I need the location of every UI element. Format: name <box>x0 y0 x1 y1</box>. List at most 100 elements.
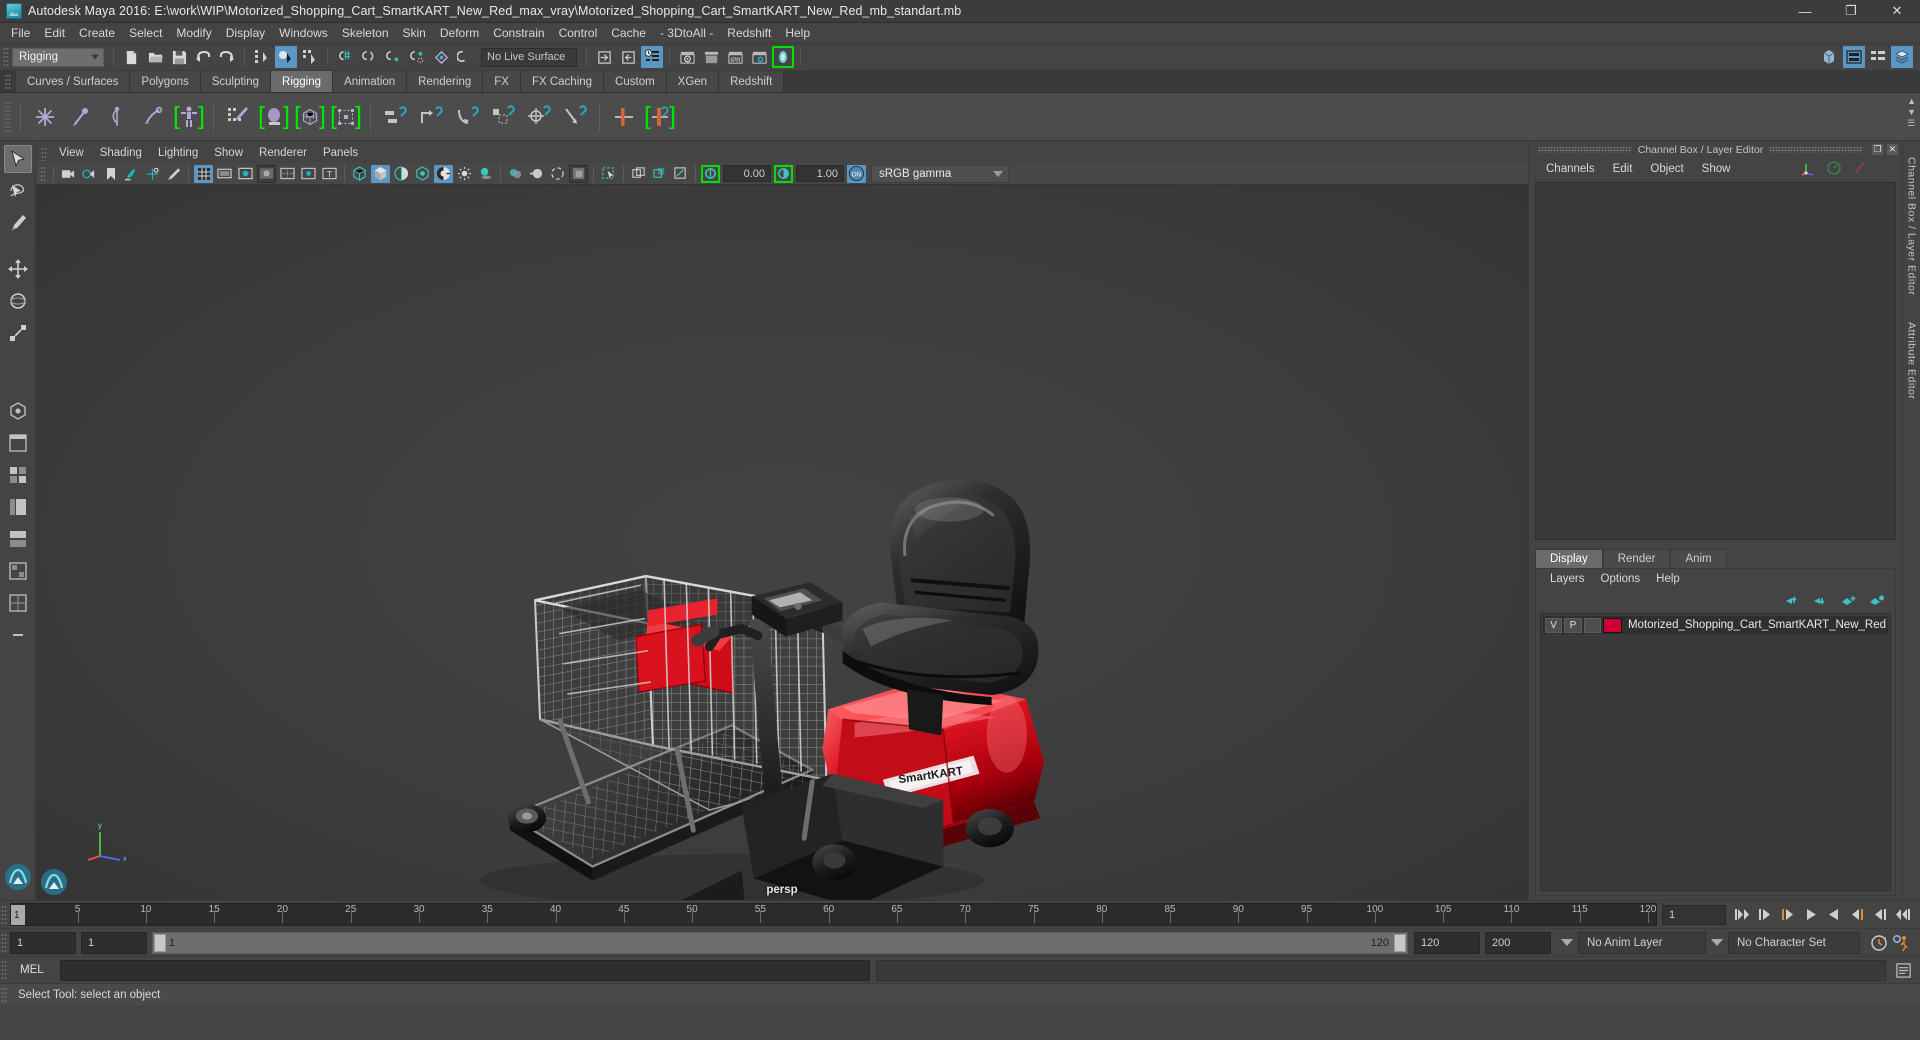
channel-box-menu-object[interactable]: Object <box>1641 162 1692 176</box>
status-bar-gripper[interactable] <box>0 985 7 1004</box>
shelf-scroll-arrows[interactable]: ▲ ▼ ☰ <box>1907 97 1916 128</box>
tab-display[interactable]: Display <box>1535 549 1603 568</box>
xray-joints-icon[interactable] <box>650 165 669 183</box>
sidetab-attribute-editor[interactable]: Attribute Editor <box>1904 314 1920 407</box>
paint-skin-weights-icon[interactable] <box>222 100 254 134</box>
layer-list[interactable]: V P Motorized_Shopping_Cart_SmartKART_Ne… <box>1540 613 1891 891</box>
layer-menu-options[interactable]: Options <box>1593 572 1649 586</box>
scale-tool[interactable] <box>4 319 32 347</box>
layer-playback-toggle[interactable]: P <box>1564 617 1582 633</box>
viewport-menubar-gripper[interactable] <box>40 145 47 161</box>
single-perspective-layout[interactable] <box>4 429 32 457</box>
snap-to-view-plane-icon[interactable] <box>430 46 452 68</box>
show-manipulator-tool[interactable] <box>4 397 32 425</box>
panel-close-button[interactable]: ✕ <box>1886 143 1899 156</box>
time-slider[interactable]: 1 5 10 15 20 25 30 35 40 45 50 55 60 65 70 75 80 85 90 95 1… <box>10 903 1657 926</box>
go-to-start-icon[interactable] <box>1731 904 1753 926</box>
menu-deform[interactable]: Deform <box>433 24 486 42</box>
flat-shade-icon[interactable] <box>413 165 432 183</box>
wireframe-shading-icon[interactable] <box>350 165 369 183</box>
shelf-tab-sculpting[interactable]: Sculpting <box>200 71 272 92</box>
select-camera-icon[interactable] <box>59 165 78 183</box>
orient-constraint-icon[interactable] <box>451 100 483 134</box>
interactive-bind-icon[interactable]: [ ] <box>330 100 362 134</box>
point-constraint-icon[interactable] <box>415 100 447 134</box>
shadows-icon[interactable] <box>476 165 495 183</box>
make-live-icon[interactable] <box>454 46 476 68</box>
shelf-tab-animation[interactable]: Animation <box>333 71 408 92</box>
create-joint-icon[interactable] <box>29 100 61 134</box>
maximize-button[interactable]: ❐ <box>1828 0 1874 23</box>
cluster-deformer-icon[interactable]: [ ] <box>644 100 676 134</box>
viewport-menu-show[interactable]: Show <box>206 146 251 160</box>
character-set-selector[interactable]: No Character Set <box>1728 931 1860 954</box>
select-by-component-icon[interactable] <box>299 46 321 68</box>
command-input-field[interactable] <box>60 959 870 981</box>
range-start-time-field[interactable]: 1 <box>81 931 147 954</box>
shelf-tab-fx-caching[interactable]: FX Caching <box>520 71 605 92</box>
redo-icon[interactable] <box>216 46 238 68</box>
menu-skeleton[interactable]: Skeleton <box>335 24 396 42</box>
motion-blur-icon[interactable] <box>527 165 546 183</box>
menu-help[interactable]: Help <box>778 24 817 42</box>
redo-render-icon[interactable] <box>700 46 722 68</box>
menu-create[interactable]: Create <box>72 24 122 42</box>
step-forward-frame-icon[interactable] <box>1869 904 1891 926</box>
quick-rig-icon[interactable]: [ ] <box>173 100 205 134</box>
gamma-icon[interactable] <box>774 165 793 183</box>
anim-layer-dropdown-arrow[interactable] <box>1561 939 1573 946</box>
persp-outliner-layout[interactable] <box>4 493 32 521</box>
step-forward-key-icon[interactable] <box>1846 904 1868 926</box>
viewport-menu-panels[interactable]: Panels <box>315 146 366 160</box>
film-gate-icon[interactable] <box>215 165 234 183</box>
time-slider-gripper[interactable] <box>0 903 7 926</box>
grid-toggle-icon[interactable] <box>194 164 213 183</box>
channel-box-menu-channels[interactable]: Channels <box>1537 162 1604 176</box>
two-d-pan-zoom-icon[interactable] <box>143 165 162 183</box>
range-end-time-field[interactable]: 120 <box>1414 931 1480 954</box>
tab-anim[interactable]: Anim <box>1670 549 1727 568</box>
menu-constrain[interactable]: Constrain <box>486 24 551 42</box>
play-forwards-icon[interactable] <box>1823 904 1845 926</box>
ik-spline-handle-icon[interactable] <box>101 100 133 134</box>
menu-display[interactable]: Display <box>219 24 272 42</box>
camera-bookmark-icon[interactable] <box>101 165 120 183</box>
range-end-handle[interactable] <box>1394 933 1406 952</box>
new-layer-from-selected-icon[interactable] <box>1869 594 1885 607</box>
menu-edit[interactable]: Edit <box>37 24 72 42</box>
shelf-tab-rendering[interactable]: Rendering <box>407 71 484 92</box>
step-back-key-icon[interactable] <box>1777 904 1799 926</box>
isolate-select-icon[interactable] <box>599 165 618 183</box>
new-scene-icon[interactable] <box>120 46 142 68</box>
image-plane-icon[interactable] <box>122 165 141 183</box>
channel-box-menu-show[interactable]: Show <box>1693 162 1740 176</box>
menu-select[interactable]: Select <box>122 24 169 42</box>
channel-box-toggle-icon[interactable] <box>1843 46 1865 68</box>
depth-of-field-icon[interactable] <box>569 164 588 183</box>
move-tool[interactable] <box>4 255 32 283</box>
range-slider-bar[interactable]: 1 120 <box>152 931 1408 954</box>
shelf-tab-custom[interactable]: Custom <box>604 71 667 92</box>
attribute-editor-toggle-icon[interactable] <box>641 46 663 68</box>
anim-end-time-field[interactable]: 200 <box>1485 931 1551 954</box>
viewport-menu-view[interactable]: View <box>51 146 92 160</box>
rotate-icon[interactable] <box>1852 160 1868 176</box>
menu-windows[interactable]: Windows <box>272 24 335 42</box>
color-management-toggle-icon[interactable]: ON <box>847 164 866 183</box>
snap-to-projected-center-icon[interactable] <box>406 46 428 68</box>
bind-skin-icon[interactable]: [ ] <box>258 100 290 134</box>
script-editor-icon[interactable] <box>1892 959 1914 981</box>
menu-3dtoall[interactable]: - 3DtoAll - <box>653 24 720 42</box>
select-tool[interactable] <box>3 145 32 173</box>
shelf-tab-redshift[interactable]: Redshift <box>719 71 785 92</box>
safe-action-icon[interactable] <box>299 165 318 183</box>
menu-skin[interactable]: Skin <box>396 24 433 42</box>
viewport-menu-renderer[interactable]: Renderer <box>251 146 315 160</box>
shelf-scroll-down-icon[interactable]: ▼ <box>1907 108 1916 117</box>
menu-set-selector[interactable]: Rigging <box>12 47 104 67</box>
rotate-tool[interactable] <box>4 287 32 315</box>
command-language-label[interactable]: MEL <box>10 964 60 976</box>
new-layer-icon[interactable] <box>1841 594 1857 607</box>
aim-constraint-icon[interactable] <box>523 100 555 134</box>
multisample-aa-icon[interactable] <box>548 165 567 183</box>
